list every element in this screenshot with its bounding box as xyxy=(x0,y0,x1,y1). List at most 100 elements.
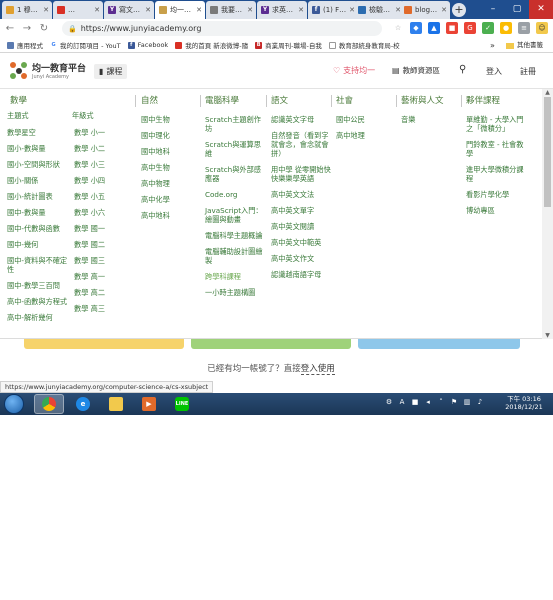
menu-item[interactable]: 電腦輔助設計圖繪製 xyxy=(205,247,267,265)
menu-item[interactable]: 國中公民 xyxy=(336,115,394,124)
menu-item[interactable]: 國小-數與量 xyxy=(7,144,69,153)
scroll-down-icon[interactable]: ▼ xyxy=(544,332,551,339)
profile-avatar-icon[interactable]: ☺ xyxy=(536,22,548,34)
extension-leaf-icon[interactable]: ✓ xyxy=(482,22,494,34)
page-scrollbar[interactable]: ▲ ▼ xyxy=(542,89,553,339)
menu-item[interactable]: 高中地科 xyxy=(141,211,199,220)
menu-item[interactable]: 門鈴教室 - 社會教學 xyxy=(466,140,528,158)
feature-card-blue[interactable] xyxy=(358,339,520,349)
menu-heading-partners[interactable]: 夥伴課程 xyxy=(466,94,528,106)
browser-tab[interactable]: 檢驗… ✕ xyxy=(354,1,404,19)
menu-item[interactable]: 國中-資料與不確定性 xyxy=(7,256,69,274)
menu-item[interactable]: 數學 小四 xyxy=(74,176,120,185)
scroll-up-icon[interactable]: ▲ xyxy=(544,89,551,96)
menu-item[interactable]: 進甲大學微積分課程 xyxy=(466,165,528,183)
bookmark-businessweekly[interactable]: B 商業周刊-職場-自我 xyxy=(255,40,322,50)
scrollbar-thumb[interactable] xyxy=(544,97,551,207)
taskbar-chrome[interactable] xyxy=(34,394,64,414)
menu-item[interactable]: 國小-統計圖表 xyxy=(7,192,69,201)
menu-heading-cs[interactable]: 電腦科學 xyxy=(205,94,267,106)
menu-item[interactable]: Code.org xyxy=(205,190,267,199)
bookmark-apps[interactable]: 應用程式 xyxy=(7,40,43,50)
close-icon[interactable]: ✕ xyxy=(196,6,202,14)
taskbar-line[interactable]: LINE xyxy=(167,394,197,414)
minimize-icon[interactable]: – xyxy=(481,0,505,19)
menu-item[interactable]: 高中-函數與方程式 xyxy=(7,297,69,306)
address-bar[interactable]: 🔒 https://www.junyiacademy.org xyxy=(62,21,382,36)
bookmark-weibo[interactable]: 我的首頁 新浪微博-隨 xyxy=(175,40,248,50)
menu-item[interactable]: 數學 小六 xyxy=(74,208,120,217)
taskbar-ie[interactable]: e xyxy=(68,394,98,414)
menu-item[interactable]: 高中物理 xyxy=(141,179,199,188)
menu-item[interactable]: 單維勤 - 大學入門之「微積分」 xyxy=(466,115,528,133)
menu-item[interactable]: 音樂 xyxy=(401,115,459,124)
menu-item[interactable]: 高中英文文法 xyxy=(271,190,331,199)
menu-item[interactable]: 高中-解析幾何 xyxy=(7,313,69,322)
bookmark-youtube[interactable]: G 我的訂閱項目 - YouT xyxy=(50,40,121,50)
menu-item[interactable]: 用中學 從零開始快快樂樂學英語 xyxy=(271,165,331,183)
menu-item[interactable]: 認識英文字母 xyxy=(271,115,331,124)
new-tab-plus-icon[interactable]: + xyxy=(452,3,466,17)
menu-item[interactable]: Scratch主題創作坊 xyxy=(205,115,267,133)
tray-chevron-icon[interactable]: ˄ xyxy=(436,397,446,407)
menu-item[interactable]: 自然發音（看到字就會念，會念就會拼） xyxy=(271,131,331,158)
extension-gray-icon[interactable]: ≡ xyxy=(518,22,530,34)
drive-icon[interactable]: ▲ xyxy=(428,22,440,34)
tray-keyboard-icon[interactable]: A xyxy=(397,397,407,407)
course-menu-button[interactable]: ▮ 課程 xyxy=(94,64,128,79)
close-icon[interactable]: ✕ xyxy=(43,6,49,14)
feature-card-yellow[interactable] xyxy=(24,339,184,349)
menu-item[interactable]: 數學 國一 xyxy=(74,224,120,233)
menu-item[interactable]: 認識越南語字母 xyxy=(271,270,331,279)
menu-item[interactable]: 數學 小二 xyxy=(74,144,120,153)
menu-heading-arts[interactable]: 藝術與人文 xyxy=(401,94,459,106)
menu-item[interactable]: 高中地理 xyxy=(336,131,394,140)
search-icon[interactable]: ⚲ xyxy=(459,64,466,75)
menu-item[interactable]: Scratch與運算思維 xyxy=(205,140,267,158)
browser-tab[interactable]: 1 穆… ✕ xyxy=(2,1,52,19)
feature-card-green[interactable] xyxy=(191,339,351,349)
menu-item[interactable]: JavaScript入門：繪圖與動畫 xyxy=(205,206,267,224)
browser-tab[interactable]: blog… ✕ xyxy=(400,1,450,19)
taskbar-clock[interactable]: 下午 03:16 2018/12/21 xyxy=(500,395,548,411)
windows-start-icon[interactable] xyxy=(4,394,24,414)
window-close-icon[interactable]: ✕ xyxy=(529,0,553,19)
browser-tab[interactable]: 我要… ✕ xyxy=(206,1,256,19)
math-grade-subheading[interactable]: 年級式 xyxy=(72,111,120,121)
browser-tab[interactable]: f (1) F… ✕ xyxy=(308,1,358,19)
menu-item[interactable]: 數學 高二 xyxy=(74,288,120,297)
menu-item[interactable]: 數學 高一 xyxy=(74,272,120,281)
menu-item[interactable]: 高中生物 xyxy=(141,163,199,172)
tray-volume-icon[interactable]: ♪ xyxy=(475,397,485,407)
reload-icon[interactable]: ↻ xyxy=(37,22,51,36)
math-theme-subheading[interactable]: 主題式 xyxy=(7,111,69,121)
menu-item[interactable]: 數學 小一 xyxy=(74,128,120,137)
star-icon[interactable]: ☆ xyxy=(392,22,404,34)
menu-heading-math[interactable]: 數學 xyxy=(10,94,27,106)
maximize-icon[interactable]: ▢ xyxy=(505,0,529,19)
browser-tab-active[interactable]: 均一… ✕ xyxy=(155,1,205,19)
menu-item[interactable]: 國中地科 xyxy=(141,147,199,156)
extension-yellow-icon[interactable]: ● xyxy=(500,22,512,34)
menu-item[interactable]: 數學 小三 xyxy=(74,160,120,169)
menu-item[interactable]: 一小時主題構圖 xyxy=(205,288,267,297)
close-icon[interactable]: ✕ xyxy=(441,6,447,14)
menu-item[interactable]: 博幼專區 xyxy=(466,206,528,215)
close-icon[interactable]: ✕ xyxy=(247,6,253,14)
forward-arrow-icon[interactable]: → xyxy=(20,22,34,36)
menu-item[interactable]: 數學 高三 xyxy=(74,304,120,313)
bookmarks-overflow-icon[interactable]: » xyxy=(490,38,495,52)
browser-tab[interactable]: … ✕ xyxy=(53,1,103,19)
register-link[interactable]: 註冊 xyxy=(520,66,536,77)
extension-red-icon[interactable]: ■ xyxy=(446,22,458,34)
taskbar-explorer[interactable] xyxy=(101,394,131,414)
menu-item[interactable]: 看影片學化學 xyxy=(466,190,528,199)
other-bookmarks[interactable]: 其他書籤 xyxy=(506,38,543,52)
extension-g-icon[interactable]: G xyxy=(464,22,476,34)
menu-item[interactable]: 國中理化 xyxy=(141,131,199,140)
menu-item[interactable]: 國中-幾何 xyxy=(7,240,69,249)
tray-app-icon[interactable]: ■ xyxy=(410,397,420,407)
menu-item[interactable]: 國小-空間與形狀 xyxy=(7,160,69,169)
tray-network-icon[interactable]: ▥ xyxy=(462,397,472,407)
tray-flag-icon[interactable]: ⚑ xyxy=(449,397,459,407)
